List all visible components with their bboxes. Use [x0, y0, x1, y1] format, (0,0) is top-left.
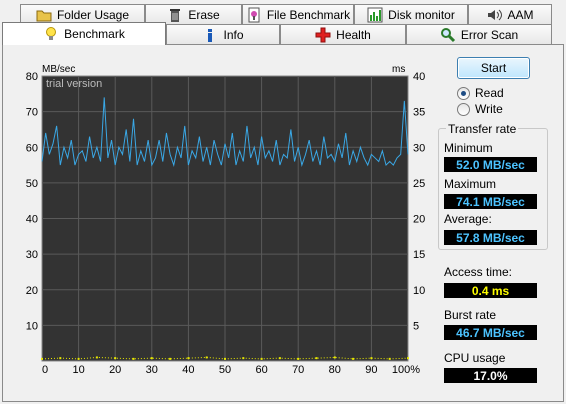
- tab-label: AAM: [507, 8, 534, 22]
- x-tick-label: 80: [329, 364, 341, 376]
- magnifier-icon: [440, 27, 456, 43]
- left-tick-label: 20: [26, 285, 38, 297]
- x-tick-label: 50: [219, 364, 231, 376]
- access-time-label: Access time:: [444, 265, 513, 279]
- read-radio[interactable]: [457, 86, 470, 100]
- cpu-usage-label: CPU usage: [444, 351, 506, 365]
- x-tick-label: 20: [109, 364, 121, 376]
- left-tick-label: 70: [26, 107, 38, 119]
- right-tick-label: 5: [413, 320, 419, 332]
- x-tick-label: 10: [72, 364, 84, 376]
- right-tick-label: 20: [413, 214, 425, 226]
- left-tick-label: 30: [26, 249, 38, 261]
- lightbulb-icon: [43, 26, 59, 42]
- x-tick-label: 100%: [392, 364, 420, 376]
- read-label: Read: [475, 86, 504, 100]
- access-time-value: 0.4 ms: [444, 283, 537, 298]
- left-axis-unit: MB/sec: [42, 64, 75, 75]
- start-button[interactable]: Start: [457, 57, 530, 79]
- tab-label: Error Scan: [460, 28, 519, 42]
- benchmark-chart: MB/sec ms trial version 80 70 60 50 40 30 20 10…: [0, 0, 440, 376]
- left-tick-label: 40: [26, 214, 38, 226]
- access-time-point: [169, 357, 172, 360]
- watermark: trial version: [46, 78, 102, 90]
- write-radio-option[interactable]: Write: [457, 102, 503, 116]
- right-tick-label: 30: [413, 142, 425, 154]
- transfer-rate-title: Transfer rate: [446, 122, 519, 136]
- minimum-label: Minimum: [444, 141, 493, 155]
- speaker-icon: [486, 7, 503, 23]
- maximum-label: Maximum: [444, 177, 497, 191]
- x-tick-label: 70: [292, 364, 304, 376]
- access-time-point: [315, 357, 318, 360]
- left-tick-label: 50: [26, 178, 38, 190]
- cpu-usage-value: 17.0%: [444, 368, 537, 383]
- write-label: Write: [475, 102, 503, 116]
- burst-rate-value: 46.7 MB/sec: [444, 325, 537, 340]
- burst-rate-label: Burst rate: [444, 308, 497, 322]
- chart-svg: MB/sec ms trial version 8070605040302010…: [26, 64, 426, 376]
- x-tick-label: 0: [42, 364, 48, 376]
- left-tick-label: 80: [26, 71, 38, 83]
- right-tick-label: 10: [413, 285, 425, 297]
- access-time-point: [150, 357, 153, 360]
- access-time-point: [333, 356, 336, 359]
- tab-benchmark[interactable]: Benchmark: [2, 22, 166, 45]
- average-label: Average:: [444, 212, 492, 226]
- read-radio-option[interactable]: Read: [457, 86, 504, 100]
- tab-aam[interactable]: AAM: [468, 4, 552, 25]
- left-tick-label: 10: [26, 320, 38, 332]
- right-tick-label: 40: [413, 71, 425, 83]
- minimum-value: 52.0 MB/sec: [444, 157, 537, 172]
- left-axis-ticks: 80 70 60 50 40 30 20 10: [26, 71, 38, 332]
- write-radio[interactable]: [457, 102, 470, 116]
- tab-label: Benchmark: [64, 27, 125, 41]
- right-axis-unit: ms: [392, 64, 405, 75]
- x-tick-label: 60: [255, 364, 267, 376]
- x-tick-label: 90: [365, 364, 377, 376]
- right-tick-label: 35: [413, 107, 425, 119]
- x-tick-label: 30: [146, 364, 158, 376]
- left-tick-label: 60: [26, 142, 38, 154]
- x-axis-ticks: 0 10 20 30 40 50 60 70 80 90 100%: [42, 364, 420, 376]
- maximum-value: 74.1 MB/sec: [444, 194, 537, 209]
- right-axis-ticks: 40 35 30 25 20 15 10 5: [413, 71, 425, 332]
- right-tick-label: 15: [413, 249, 425, 261]
- x-tick-label: 40: [182, 364, 194, 376]
- right-tick-label: 25: [413, 178, 425, 190]
- average-value: 57.8 MB/sec: [444, 230, 537, 245]
